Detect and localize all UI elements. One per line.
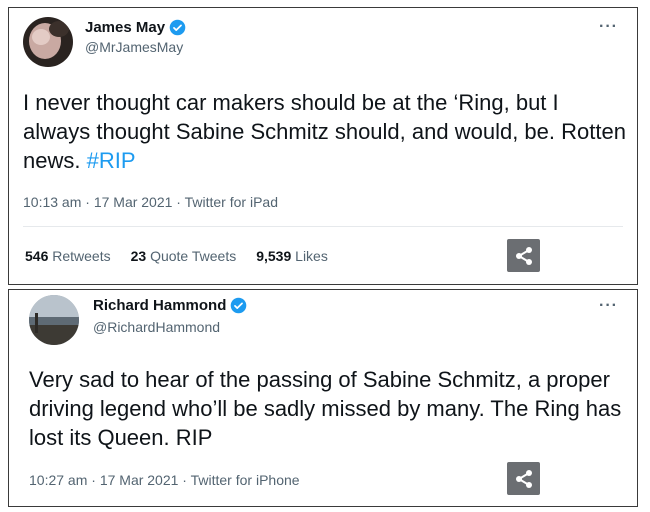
tweet-text: Very sad to hear of the passing of Sabin… xyxy=(29,365,629,452)
likes-label: Likes xyxy=(295,248,328,264)
display-name[interactable]: Richard Hammond xyxy=(93,297,226,314)
avatar[interactable] xyxy=(23,17,73,67)
tweet-text: I never thought car makers should be at … xyxy=(23,88,628,175)
verified-badge-icon xyxy=(231,297,247,314)
engagement-stats: 546 Retweets 23 Quote Tweets 9,539 Likes xyxy=(25,248,328,264)
verified-badge-icon xyxy=(169,19,186,36)
tweet-card-james-may: James May @MrJamesMay ··· I never though… xyxy=(8,7,638,285)
share-icon xyxy=(515,246,532,265)
tweet-card-richard-hammond: Richard Hammond @RichardHammond ··· Very… xyxy=(8,289,638,507)
divider xyxy=(23,226,623,227)
avatar[interactable] xyxy=(29,295,79,345)
likes-stat[interactable]: 9,539 Likes xyxy=(256,248,328,264)
quote-tweets-stat[interactable]: 23 Quote Tweets xyxy=(131,248,237,264)
user-handle[interactable]: @RichardHammond xyxy=(93,319,220,335)
retweets-stat[interactable]: 546 Retweets xyxy=(25,248,111,264)
display-name[interactable]: James May xyxy=(85,19,165,36)
timestamp[interactable]: 10:27 am · 17 Mar 2021 · Twitter for iPh… xyxy=(29,472,300,488)
timestamp[interactable]: 10:13 am · 17 Mar 2021 · Twitter for iPa… xyxy=(23,194,278,210)
retweets-count: 546 xyxy=(25,248,49,264)
share-button[interactable] xyxy=(507,239,540,272)
quote-label: Quote Tweets xyxy=(150,248,237,264)
tweet-text-main: Very sad to hear of the passing of Sabin… xyxy=(29,367,622,450)
more-icon[interactable]: ··· xyxy=(599,18,618,36)
share-icon xyxy=(515,469,532,488)
author-row: James May xyxy=(85,19,186,36)
user-handle[interactable]: @MrJamesMay xyxy=(85,39,183,55)
more-icon[interactable]: ··· xyxy=(599,297,618,315)
retweets-label: Retweets xyxy=(52,248,111,264)
hashtag-link[interactable]: #RIP xyxy=(87,148,136,173)
share-button[interactable] xyxy=(507,462,540,495)
likes-count: 9,539 xyxy=(256,248,292,264)
author-row: Richard Hammond xyxy=(93,297,247,314)
quote-count: 23 xyxy=(130,248,147,264)
